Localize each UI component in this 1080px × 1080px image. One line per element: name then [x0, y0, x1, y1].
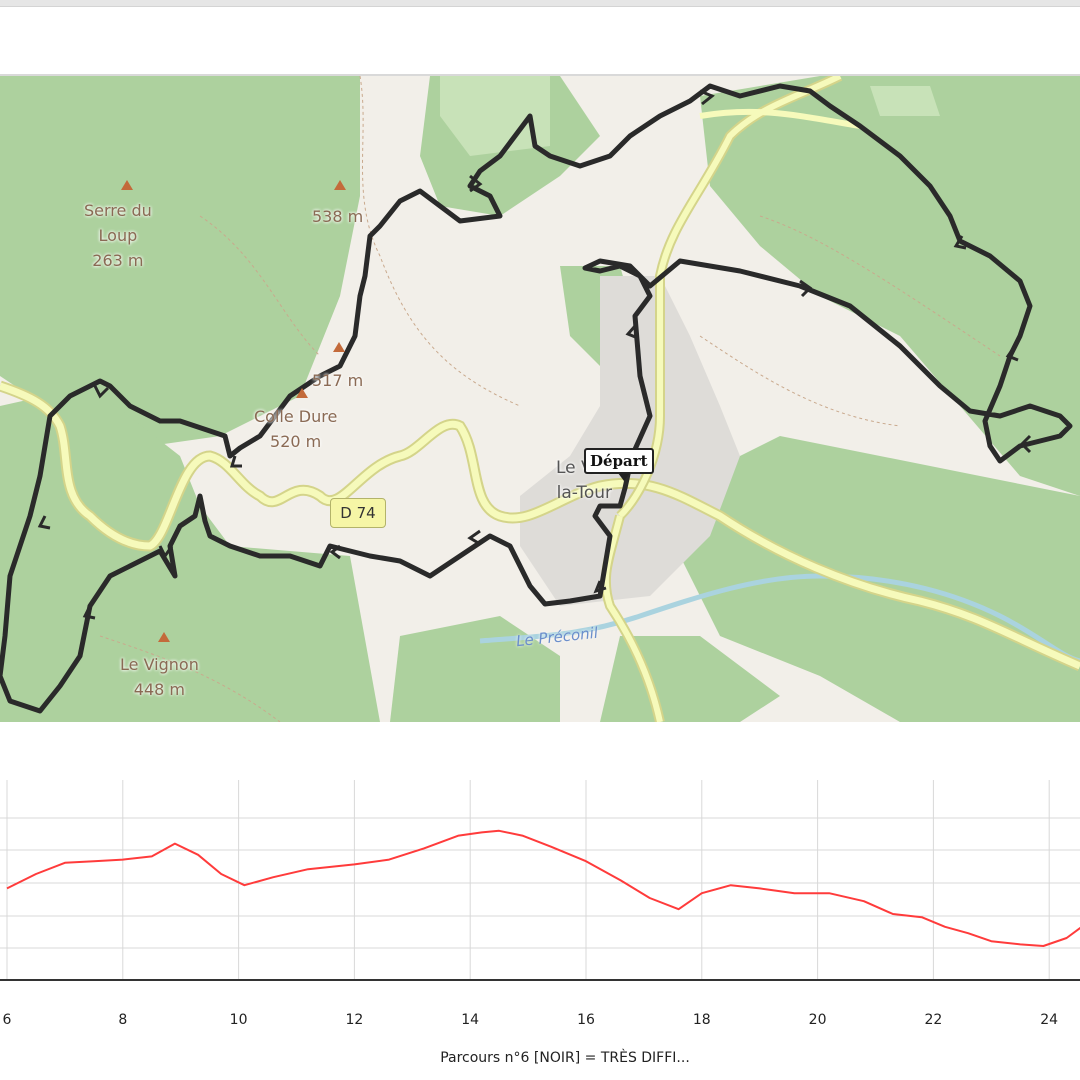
x-tick-label: 6 — [2, 1012, 12, 1028]
x-tick-label: 14 — [461, 1012, 480, 1028]
map-label-colle-dure: Colle Dure 520 m — [254, 407, 338, 451]
map-label-le-vignon: Le Vignon 448 m — [120, 655, 199, 699]
chart-caption: Parcours n°6 [NOIR] = TRÈS DIFFI... — [440, 1050, 690, 1066]
peak-icon — [121, 180, 133, 190]
elevation-line — [6, 829, 1080, 947]
x-tick-label: 18 — [692, 1012, 711, 1028]
x-tick-label: 8 — [118, 1012, 128, 1028]
start-marker[interactable]: Départ — [584, 448, 654, 481]
map-label-peak-517: 517 m — [312, 371, 364, 390]
x-tick-label: 12 — [345, 1012, 364, 1028]
elevation-profile-chart[interactable] — [0, 780, 1080, 990]
x-tick-label: 22 — [924, 1012, 943, 1028]
x-tick-label: 24 — [1040, 1012, 1059, 1028]
peak-icon — [296, 388, 308, 398]
x-tick-label: 10 — [229, 1012, 248, 1028]
road-shield-d74: D 74 — [330, 498, 386, 528]
map-label-peak-538: 538 m — [312, 207, 364, 226]
peak-icon — [333, 342, 345, 352]
elevation-profile-svg — [0, 780, 1080, 981]
map-canvas[interactable] — [0, 76, 1080, 722]
peak-icon — [334, 180, 346, 190]
peak-icon — [158, 632, 170, 642]
route-map[interactable]: Serre du Loup 263 m 538 m 517 m Colle Du… — [0, 74, 1080, 722]
window-top-border — [0, 0, 1080, 7]
x-tick-label: 16 — [577, 1012, 595, 1028]
map-label-serre-du-loup: Serre du Loup 263 m — [84, 201, 152, 270]
x-tick-label: 20 — [808, 1012, 827, 1028]
